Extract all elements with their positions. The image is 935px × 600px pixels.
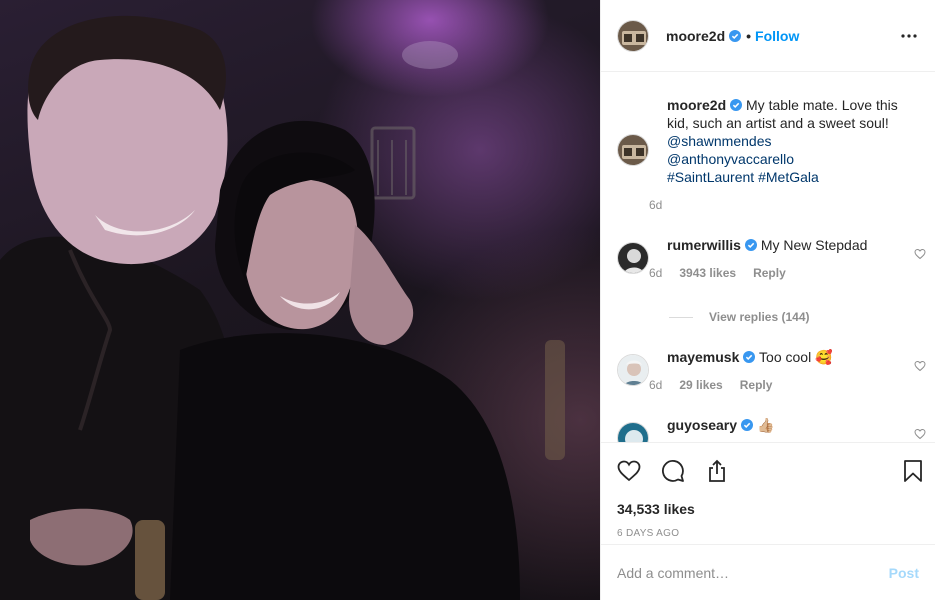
comment-meta: 6d 3943 likes Reply <box>649 266 919 280</box>
comments-list[interactable]: moore2d My table mate. Love this kid, su… <box>601 72 935 442</box>
commenter-avatar[interactable] <box>617 354 649 386</box>
follow-button[interactable]: Follow <box>755 28 799 44</box>
post-actions: 34,533 likes 6 DAYS AGO <box>601 442 935 544</box>
caption-meta: 6d <box>649 198 919 212</box>
commenter-avatar[interactable] <box>617 422 649 442</box>
user-avatar-icon <box>618 20 648 51</box>
mention-link[interactable]: @shawnmendes <box>667 132 919 150</box>
user-avatar-icon <box>618 135 648 165</box>
user-avatar-icon <box>618 355 648 385</box>
caption-avatar[interactable] <box>617 134 649 166</box>
post-side-panel: moore2d • Follow moore2d My table mate. … <box>600 0 935 600</box>
caption-time: 6d <box>649 198 663 212</box>
comment-username[interactable]: guyoseary <box>667 417 737 433</box>
comment-icon[interactable] <box>661 459 685 483</box>
caption-text-block: moore2d My table mate. Love this kid, su… <box>667 96 919 186</box>
comment-time: 6d <box>649 266 663 280</box>
mention-link[interactable]: @anthonyvaccarello <box>667 150 919 168</box>
comment-text-block: rumerwillis My New Stepdad <box>667 236 919 254</box>
heart-icon[interactable] <box>617 459 641 483</box>
caption-username[interactable]: moore2d <box>667 97 726 113</box>
verified-badge-icon <box>741 419 754 431</box>
add-comment-bar: Post <box>601 544 935 600</box>
hashtag-link[interactable]: #SaintLaurent <box>667 169 754 185</box>
comment-body: mayemusk Too cool 🥰 6d 29 likes Reply <box>649 348 919 392</box>
post-photo[interactable] <box>0 0 600 600</box>
comment-item: mayemusk Too cool 🥰 6d 29 likes Reply <box>617 348 926 392</box>
post-header: moore2d • Follow <box>601 0 935 72</box>
comment-item: guyoseary 👍🏼 <box>617 416 926 442</box>
comment-username[interactable]: mayemusk <box>667 349 739 365</box>
comment-text-block: guyoseary 👍🏼 <box>667 416 919 434</box>
heart-icon[interactable] <box>914 360 926 372</box>
comment-body: guyoseary 👍🏼 <box>649 416 919 434</box>
comment-text-block: mayemusk Too cool 🥰 <box>667 348 919 366</box>
author-avatar[interactable] <box>617 19 649 52</box>
photo-illustration <box>0 15 565 600</box>
comment-text: My New Stepdad <box>760 237 868 253</box>
reply-button[interactable]: Reply <box>740 378 773 392</box>
view-replies-label: View replies (144) <box>709 310 810 324</box>
verified-badge-icon <box>729 29 742 42</box>
verified-badge-icon <box>730 99 743 111</box>
action-icons-row <box>617 455 922 487</box>
verified-badge-icon <box>743 351 756 363</box>
commenter-avatar[interactable] <box>617 242 649 274</box>
caption-body: moore2d My table mate. Love this kid, su… <box>649 96 919 212</box>
share-icon[interactable] <box>705 459 729 483</box>
more-options-icon[interactable] <box>899 26 919 46</box>
heart-icon[interactable] <box>914 248 926 260</box>
comment-likes[interactable]: 3943 likes <box>679 266 736 280</box>
comment-body: rumerwillis My New Stepdad 6d 3943 likes… <box>649 236 919 280</box>
replies-divider <box>669 316 693 318</box>
comment-text: 👍🏼 <box>756 417 775 433</box>
comment-likes[interactable]: 29 likes <box>679 378 722 392</box>
instagram-post: moore2d • Follow moore2d My table mate. … <box>0 0 935 600</box>
reply-button[interactable]: Reply <box>753 266 786 280</box>
user-avatar-icon <box>618 423 648 442</box>
bookmark-icon[interactable] <box>901 459 925 483</box>
add-comment-input[interactable] <box>617 564 889 581</box>
post-comment-button[interactable]: Post <box>889 565 919 581</box>
hashtag-link[interactable]: #MetGala <box>758 169 819 185</box>
comment-text: Too cool 🥰 <box>759 349 833 365</box>
heart-icon[interactable] <box>914 428 926 440</box>
likes-count[interactable]: 34,533 likes <box>617 501 919 517</box>
post-date[interactable]: 6 DAYS AGO <box>617 528 919 539</box>
comment-username[interactable]: rumerwillis <box>667 237 741 253</box>
comment-item: rumerwillis My New Stepdad 6d 3943 likes… <box>617 236 926 280</box>
user-avatar-icon <box>618 243 648 273</box>
view-replies-button[interactable]: View replies (144) <box>669 310 919 324</box>
comment-meta: 6d 29 likes Reply <box>649 378 919 392</box>
verified-badge-icon <box>744 239 757 251</box>
comment-time: 6d <box>649 378 663 392</box>
separator-dot: • <box>746 27 752 44</box>
author-username[interactable]: moore2d <box>666 28 725 44</box>
post-caption: moore2d My table mate. Love this kid, su… <box>617 96 919 212</box>
